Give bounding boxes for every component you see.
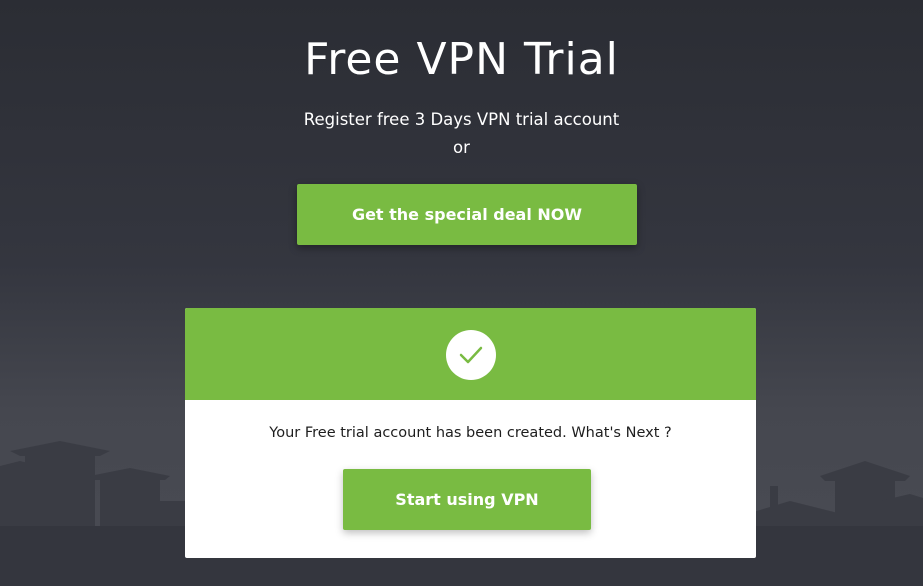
start-using-vpn-button[interactable]: Start using VPN: [343, 469, 591, 530]
checkmark-icon: [459, 346, 483, 364]
or-separator: or: [453, 138, 470, 157]
confirmation-message: Your Free trial account has been created…: [269, 425, 672, 441]
special-deal-button[interactable]: Get the special deal NOW: [297, 184, 637, 245]
success-badge: [446, 330, 496, 380]
confirmation-card: Your Free trial account has been created…: [185, 308, 756, 558]
page-subtitle: Register free 3 Days VPN trial account: [303, 110, 620, 129]
confirmation-card-header: [185, 308, 756, 400]
page-title: Free VPN Trial: [304, 34, 619, 85]
